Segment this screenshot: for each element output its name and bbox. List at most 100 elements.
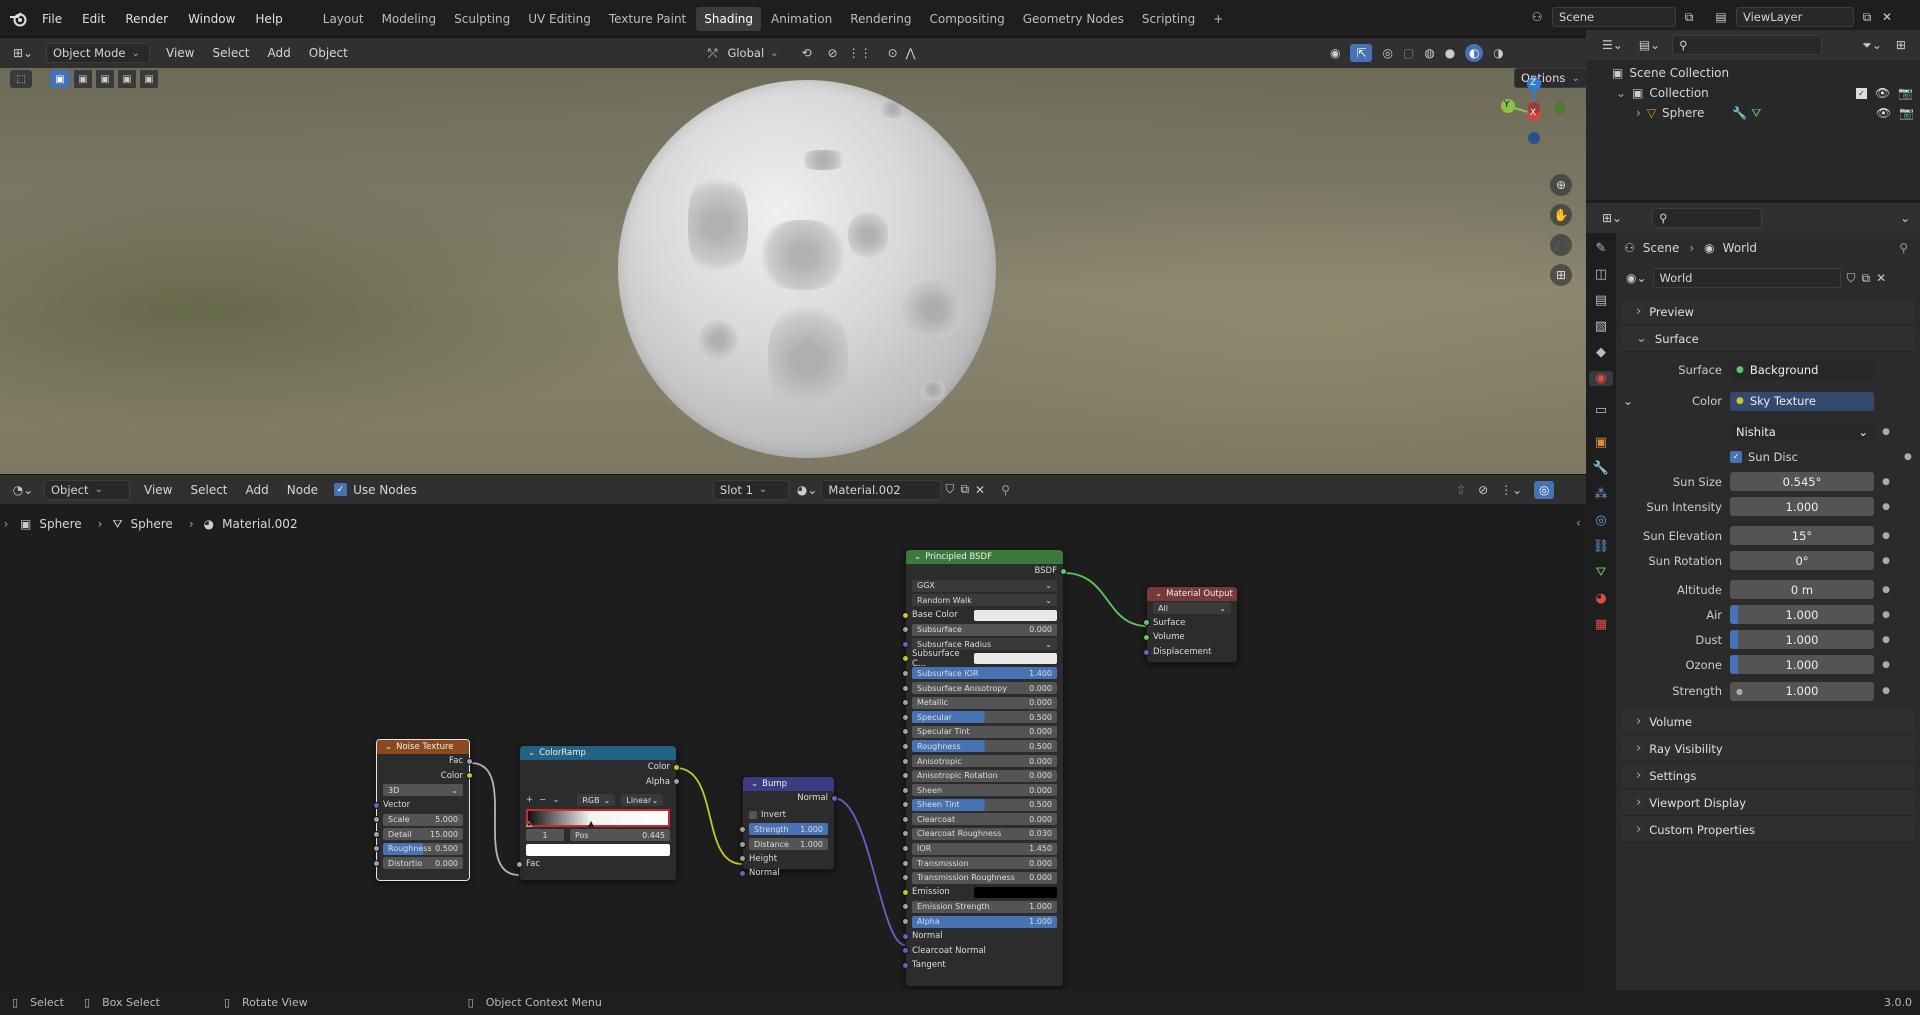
outliner-row-scene-collection[interactable]: ▣ Scene Collection [1586,63,1920,83]
sphere-object[interactable] [618,80,996,458]
scene-icon[interactable]: ⚇ [1526,10,1548,24]
colorramp-gradient-bar[interactable]: △ ▲ [526,808,670,828]
navigation-gizmo[interactable]: Z Y X [1490,74,1570,154]
colorramp-mode-select[interactable]: RGB ⌄ [577,794,616,807]
tab-animation[interactable]: Animation [763,7,840,31]
bsdf-input-socket[interactable] [902,757,909,765]
pivot-icon[interactable]: ⟲ [801,46,811,60]
node-sidebar-toggle-icon[interactable]: ‹ [1576,516,1581,530]
close-view-layer-icon[interactable]: ✕ [1880,10,1894,24]
sun-disc-checkbox[interactable]: ✓ [1730,450,1742,463]
panel-volume[interactable]: Volume [1622,709,1914,735]
snap-target-icon[interactable]: ⋮⋮ [848,46,872,60]
tab-shading[interactable]: Shading [696,6,761,31]
material-output-node[interactable]: ⌄ Material Output All ⌄ Surface Volume Dis… [1143,586,1238,663]
colorramp-interpolation-select[interactable]: Linear ⌄ [621,794,664,807]
data-tab-icon[interactable]: ⛛ [1596,565,1607,580]
object-tab-icon[interactable]: ▣ [1595,435,1607,450]
world-field-value[interactable]: 1.000 [1730,655,1874,674]
color-texture-field[interactable]: ● Sky Texture [1730,391,1874,411]
visibility-icon[interactable]: ◉ [1330,46,1340,60]
unlink-material-icon[interactable]: ✕ [975,483,985,497]
particles-tab-icon[interactable]: ⁂ [1595,487,1608,502]
node-menu-view[interactable]: View [144,483,172,497]
collection-visibility-icon[interactable]: 👁 [1875,86,1890,100]
bsdf-input-socket[interactable] [902,713,909,721]
bsdf-input-socket[interactable] [902,903,909,911]
tab-compositing[interactable]: Compositing [921,7,1012,31]
keyframe-dot-icon[interactable]: ● [1880,585,1892,595]
keyframe-dot-icon[interactable]: ● [1880,660,1892,670]
gizmo-toggle-icon[interactable]: ⇱ [1350,44,1373,62]
props-pin-icon[interactable]: ⚲ [1899,241,1908,255]
node-overlays-icon[interactable]: ◎ [1534,481,1555,499]
panel-ray-visibility[interactable]: Ray Visibility [1622,736,1914,762]
viewport-menu-view[interactable]: View [166,46,194,60]
bsdf-field[interactable]: Roughness 0.500 [912,740,1057,753]
tab-scripting[interactable]: Scripting [1134,7,1203,31]
rendered-shading-icon[interactable]: ◑ [1493,46,1503,60]
bsdf-base-color-swatch[interactable] [974,609,1057,621]
world-field-value[interactable]: 1.000 [1730,630,1874,649]
outliner-editor-type-icon[interactable]: ☰⌄ [1602,38,1623,52]
bsdf-field[interactable]: Sheen Tint 0.500 [912,798,1057,811]
colorramp-pos-field[interactable]: Pos 0.445 [570,829,670,842]
tab-geometry-nodes[interactable]: Geometry Nodes [1015,7,1132,31]
keyframe-dot-icon[interactable]: ● [1880,556,1892,566]
bump-strength-field[interactable]: Strength 1.000 [749,823,828,836]
duplicate-material-icon[interactable]: ⧉ [960,482,969,497]
select-tool-icon[interactable]: ⬚ [10,70,32,88]
camera-view-icon[interactable]: 🎥 [1550,234,1572,256]
collection-tab-icon[interactable]: ▭ [1595,403,1607,418]
tab-uv-editing[interactable]: UV Editing [520,7,599,31]
menu-help[interactable]: Help [255,12,282,26]
bsdf-subsurface-method-select[interactable]: Random Walk ⌄ [912,594,1057,607]
select-extend-icon[interactable]: ▣ [74,70,92,88]
bsdf-field[interactable]: Alpha 1.000 [912,915,1057,928]
bsdf-field[interactable]: Transmission 0.000 [912,857,1057,870]
bsdf-input-socket[interactable] [902,845,909,853]
colorramp-remove-stop-icon[interactable]: − [539,795,546,805]
bsdf-distribution-select[interactable]: GGX ⌄ [912,579,1057,592]
bsdf-input-socket[interactable] [902,859,909,867]
outliner-display-mode-icon[interactable]: ▤⌄ [1639,38,1660,52]
properties-editor-type-icon[interactable]: ⊞⌄ [1602,211,1622,225]
material-browse-icon[interactable]: ◕⌄ [797,483,818,497]
node-snap-icon[interactable]: ⊘ [1478,483,1488,497]
bsdf-input-socket[interactable] [902,918,909,926]
bsdf-field[interactable]: Metallic 0.000 [912,696,1057,709]
world-field-value[interactable]: 1.000 [1730,605,1874,624]
tab-rendering[interactable]: Rendering [842,7,919,31]
outliner-filter-icon[interactable]: ⏷⌄ [1862,38,1882,53]
falloff-icon[interactable]: ⋀ [906,46,916,60]
noise-detail-field[interactable]: Detail 15.000 [383,828,463,841]
scene-selector[interactable]: Scene [1552,7,1676,27]
new-scene-icon[interactable]: ⧉ [1680,10,1698,25]
node-menu-select[interactable]: Select [190,483,227,497]
output-tab-icon[interactable]: ▤ [1595,293,1607,308]
material-slot-selector[interactable]: Slot 1 [712,479,789,500]
viewport-menu-add[interactable]: Add [268,46,291,60]
snap-icon[interactable]: ⊘ [828,46,838,60]
noise-dimensions-select[interactable]: 3D ⌄ [383,784,463,797]
keyframe-dot-icon[interactable]: ● [1880,610,1892,620]
tool-tab-icon[interactable]: ✎ [1596,241,1607,256]
output-volume-socket[interactable] [1143,633,1150,641]
world-name-field[interactable]: World [1652,268,1841,288]
surface-shader-field[interactable]: ● Background [1730,360,1874,380]
view-layer-tab-icon[interactable]: ▧ [1595,319,1607,334]
node-menu-node[interactable]: Node [287,483,318,497]
panel-viewport-display[interactable]: Viewport Display [1622,790,1914,816]
colorramp-stop-black[interactable]: △ [526,819,532,828]
bsdf-field[interactable]: Subsurface Anisotropy 0.000 [912,682,1057,695]
select-subtract-icon[interactable]: ▣ [96,70,114,88]
tab-sculpting[interactable]: Sculpting [446,7,518,31]
fake-user-icon[interactable]: ⛉ [945,482,954,497]
node-editor-object-selector[interactable]: Object [44,479,130,500]
strength-field[interactable]: ● 1.000 [1730,681,1874,701]
properties-options-icon[interactable]: ⌄ [1900,211,1910,225]
world-duplicate-icon[interactable]: ⧉ [1862,271,1871,286]
noise-vector-socket[interactable] [373,801,380,809]
bsdf-field[interactable]: Specular Tint 0.000 [912,725,1057,738]
tab-layout[interactable]: Layout [315,7,372,31]
